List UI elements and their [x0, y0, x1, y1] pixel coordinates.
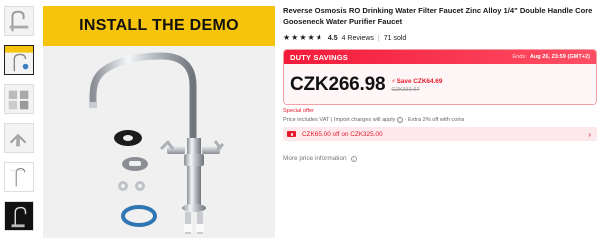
save-text: Save CZK64.69: [396, 77, 443, 85]
ends-prefix: Ends: [512, 54, 526, 60]
coupon-ticket-icon: [287, 131, 296, 137]
star-icon: ★: [307, 33, 315, 42]
more-price-info-text: More price information: [283, 155, 347, 162]
product-info-panel: Reverse Osmosis RO Drinking Water Filter…: [283, 6, 597, 162]
separator: |: [377, 34, 380, 42]
main-product-image[interactable]: INSTALL THE DEMO: [43, 6, 275, 238]
ends-value: Aug 26, 23:59 (GMT+2): [529, 54, 590, 60]
thumbnail-2[interactable]: [4, 45, 34, 75]
half-star-icon: ★: [315, 33, 323, 42]
thumbnail-1[interactable]: [4, 6, 34, 36]
vat-note: Price includes VAT | Import charges will…: [283, 117, 597, 123]
current-price: CZK266.98: [290, 74, 386, 95]
install-demo-banner: INSTALL THE DEMO: [43, 6, 275, 46]
vat-text: Price includes VAT | Import charges will…: [283, 117, 396, 123]
thumbnail-5[interactable]: [4, 162, 34, 192]
lightning-icon: ⚡: [391, 78, 396, 85]
rating-stars: ★ ★ ★ ★ ★: [283, 34, 323, 42]
deal-label: DUTY SAVINGS: [290, 52, 348, 62]
deal-header: DUTY SAVINGS Ends: Aug 26, 23:59 (GMT+2): [284, 50, 596, 64]
deal-ends: Ends: Aug 26, 23:59 (GMT+2): [512, 54, 590, 60]
price-side: ⚡Save CZK64.69 CZK331.67: [391, 78, 442, 93]
coupon-bar[interactable]: CZK65.00 off on CZK325.00 ›: [283, 127, 597, 141]
save-amount: ⚡Save CZK64.69: [391, 78, 442, 85]
star-icon: ★: [291, 33, 299, 42]
rating-row: ★ ★ ★ ★ ★ 4.5 4 Reviews | 71 sold: [283, 33, 597, 43]
extra-note: · Extra 2% off with coins: [404, 117, 465, 123]
faucet-illustration: [89, 52, 225, 234]
coupon-text: CZK65.00 off on CZK325.00: [302, 130, 383, 138]
thumbnail-6[interactable]: [4, 201, 34, 231]
sold-count: 71 sold: [383, 34, 407, 42]
deal-body: CZK266.98 ⚡Save CZK64.69 CZK331.67: [284, 64, 596, 104]
chevron-right-icon: ›: [588, 129, 591, 139]
thumbnail-4[interactable]: [4, 123, 34, 153]
banner-text: INSTALL THE DEMO: [79, 17, 239, 34]
coupon-left: CZK65.00 off on CZK325.00: [287, 131, 383, 138]
reviews-link[interactable]: 4 Reviews: [342, 35, 374, 42]
more-price-info[interactable]: More price information i: [283, 155, 597, 162]
thumbnail-strip: [4, 6, 34, 240]
original-price: CZK331.67: [391, 86, 420, 93]
star-icon: ★: [283, 33, 291, 42]
rating-score: 4.5: [327, 34, 338, 42]
info-icon[interactable]: i: [397, 117, 404, 123]
product-title: Reverse Osmosis RO Drinking Water Filter…: [283, 6, 593, 26]
star-icon: ★: [299, 33, 307, 42]
duty-savings-box: DUTY SAVINGS Ends: Aug 26, 23:59 (GMT+2)…: [283, 49, 597, 105]
special-offer-label: Special offer: [283, 108, 314, 114]
thumbnail-3[interactable]: [4, 84, 34, 114]
info-icon: i: [350, 155, 357, 162]
